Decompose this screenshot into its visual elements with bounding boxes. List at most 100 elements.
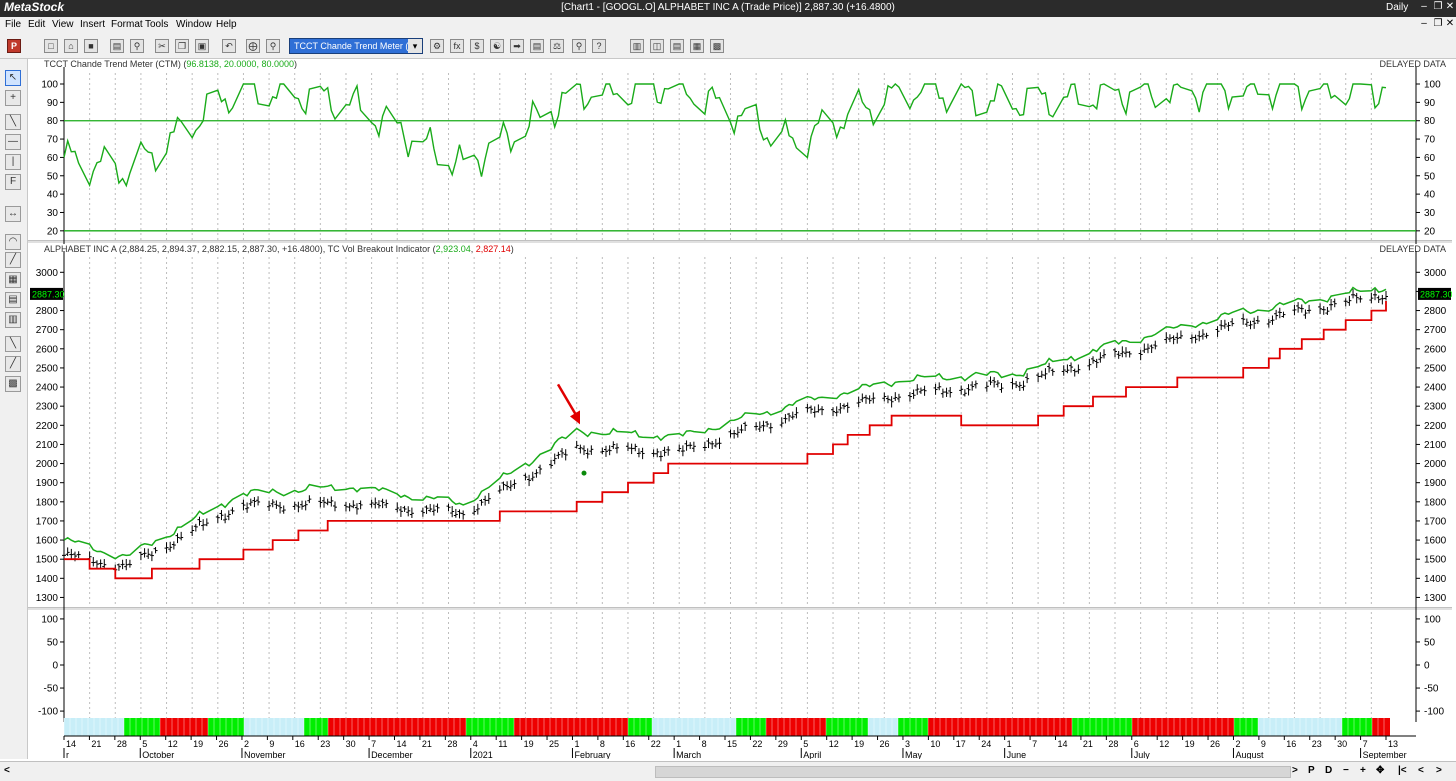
indicator-builder-icon[interactable]: ⚙ <box>430 39 444 53</box>
state-bar-segment <box>844 718 850 736</box>
copy-icon[interactable]: ❐ <box>175 39 189 53</box>
indicator-select[interactable]: TCCT Chande Trend Meter ( ▾ <box>289 38 423 54</box>
menu-view[interactable]: View <box>52 19 74 30</box>
paste-icon[interactable]: ▣ <box>195 39 209 53</box>
chart-area[interactable]: 100 10090 9080 8070 7060 6050 5040 4030 3020 2030… <box>28 59 1452 759</box>
scroll-right-icon[interactable]: > <box>1292 765 1298 776</box>
scroll-left-icon[interactable]: < <box>4 765 10 776</box>
x-day-label: 15 <box>727 739 737 749</box>
open-folder-icon[interactable]: ⌂ <box>64 39 78 53</box>
zoom-icon[interactable]: ⚲ <box>266 39 280 53</box>
scroll-thumb[interactable] <box>655 766 1291 778</box>
x-day-label: 7 <box>371 739 376 749</box>
menu-insert[interactable]: Insert <box>80 19 105 30</box>
menu-tools[interactable]: Tools <box>145 19 168 30</box>
system-tester-icon[interactable]: ▤ <box>530 39 544 53</box>
pointer-icon[interactable]: ↖ <box>5 70 21 86</box>
new-chart-icon[interactable]: □ <box>44 39 58 53</box>
state-bar-segment <box>1198 718 1204 736</box>
optimizer-icon[interactable]: ⚖ <box>550 39 564 53</box>
regression-icon[interactable]: ▥ <box>5 312 21 328</box>
fibonacci-icon[interactable]: F <box>5 174 21 190</box>
ctm-tick-label: 30 <box>1424 208 1436 219</box>
gann-fan-icon[interactable]: ╱ <box>5 252 21 268</box>
print-preview-icon[interactable]: ⚲ <box>130 39 144 53</box>
pattern-icon[interactable]: ▩ <box>5 376 21 392</box>
mdi-close-icon[interactable]: ✕ <box>1444 18 1456 31</box>
quadrant-lines-icon[interactable]: ▤ <box>5 292 21 308</box>
menu-help[interactable]: Help <box>216 19 237 30</box>
explorer-icon[interactable]: fx <box>450 39 464 53</box>
x-day-label: 4 <box>473 739 478 749</box>
last-price-text: 2887.30 <box>32 289 65 299</box>
vertical-line-icon[interactable]: | <box>5 154 21 170</box>
arc-icon[interactable]: ◠ <box>5 234 21 250</box>
state-bar-segment <box>190 718 196 736</box>
cut-icon[interactable]: ✂ <box>155 39 169 53</box>
andrews-pitchfork-icon[interactable]: ╱ <box>5 356 21 372</box>
state-bar-segment <box>1096 718 1102 736</box>
state-bar-segment <box>610 718 616 736</box>
zoom-box-icon[interactable]: ⚲ <box>572 39 586 53</box>
x-day-label: 23 <box>320 739 330 749</box>
state-bar-segment <box>448 718 454 736</box>
undo-icon[interactable]: ↶ <box>222 39 236 53</box>
crosshair-icon[interactable]: ⨁ <box>246 39 260 53</box>
state-bar-segment <box>1150 718 1156 736</box>
page-left-icon[interactable]: < <box>1418 765 1424 776</box>
trendline-icon[interactable]: ╲ <box>5 114 21 130</box>
x-month-label: May <box>905 750 923 759</box>
pan-icon[interactable]: ✥ <box>1376 765 1384 776</box>
state-bar-segment <box>1102 718 1108 736</box>
arrow-right-icon[interactable]: ➡ <box>510 39 524 53</box>
zoom-out-icon[interactable]: − <box>1343 765 1349 776</box>
cycle-lines-icon[interactable]: ↔ <box>5 206 21 222</box>
close-icon[interactable]: ✕ <box>1444 1 1456 15</box>
restore-icon[interactable]: ❐ <box>1432 1 1444 15</box>
state-bar-segment <box>1042 718 1048 736</box>
dollar-icon[interactable]: $ <box>470 39 484 53</box>
state-bar-segment <box>1078 718 1084 736</box>
state-bar-segment <box>502 718 508 736</box>
horizontal-scrollbar[interactable]: < > P D − + ✥ |< < > <box>0 761 1456 781</box>
x-day-label: 19 <box>854 739 864 749</box>
state-bar-segment <box>1348 718 1354 736</box>
chevron-down-icon[interactable]: ▾ <box>408 39 422 53</box>
state-bar-segment <box>424 718 430 736</box>
state-bar-segment <box>100 718 106 736</box>
state-bar-segment <box>556 718 562 736</box>
menu-file[interactable]: File <box>5 19 21 30</box>
crosshair-tool-icon[interactable]: + <box>5 90 21 106</box>
expert-icon[interactable]: ☯ <box>490 39 504 53</box>
state-bar-segment <box>1006 718 1012 736</box>
menu-edit[interactable]: Edit <box>28 19 45 30</box>
layout-rows-icon[interactable]: ▤ <box>670 39 684 53</box>
zoom-in-icon[interactable]: + <box>1360 765 1366 776</box>
layout-options-icon[interactable]: ▩ <box>710 39 724 53</box>
tile-icon[interactable]: ▥ <box>630 39 644 53</box>
x-day-label: 13 <box>1388 739 1398 749</box>
price-tick-label: 2000 <box>1424 459 1447 470</box>
ctm-tick-label: 80 <box>47 116 59 127</box>
horizontal-line-icon[interactable]: — <box>5 134 21 150</box>
x-month-label: September <box>1363 750 1407 759</box>
mdi-restore-icon[interactable]: ❐ <box>1432 18 1444 31</box>
mdi-minimize-icon[interactable]: – <box>1418 18 1430 31</box>
minimize-icon[interactable]: – <box>1418 1 1430 15</box>
help-icon[interactable]: ? <box>592 39 606 53</box>
print-icon[interactable]: ▤ <box>110 39 124 53</box>
period-d-button[interactable]: D <box>1325 765 1332 776</box>
speed-lines-icon[interactable]: ▦ <box>5 272 21 288</box>
menu-format[interactable]: Format <box>111 19 143 30</box>
x-month-label: August <box>1235 750 1264 759</box>
raff-channel-icon[interactable]: ╲ <box>5 336 21 352</box>
layout-cols-icon[interactable]: ◫ <box>650 39 664 53</box>
power-console-icon[interactable]: P <box>7 39 21 53</box>
first-page-icon[interactable]: |< <box>1398 765 1407 776</box>
period-p-button[interactable]: P <box>1308 765 1315 776</box>
state-bar-segment <box>520 718 526 736</box>
menu-window[interactable]: Window <box>176 19 212 30</box>
layout-grid-icon[interactable]: ▦ <box>690 39 704 53</box>
save-icon[interactable]: ■ <box>84 39 98 53</box>
page-right-icon[interactable]: > <box>1436 765 1442 776</box>
